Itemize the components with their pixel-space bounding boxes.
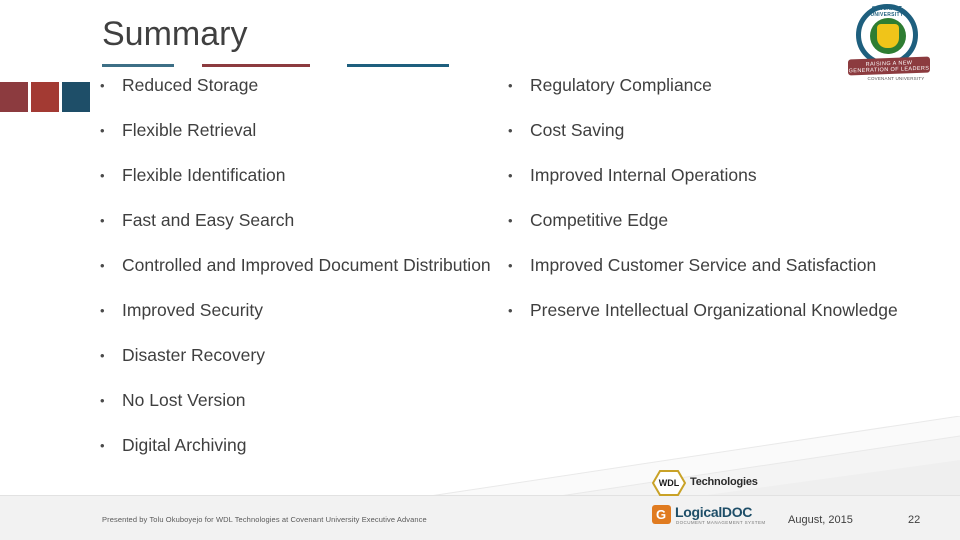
decorative-square-maroon [0,82,28,112]
list-item: • Cost Saving [508,119,908,143]
list-item-label: Improved Internal Operations [530,165,757,185]
bullet-column-right: • Regulatory Compliance • Cost Saving • … [508,74,908,344]
list-item: • Controlled and Improved Document Distr… [100,254,500,278]
bullet-icon: • [100,438,105,453]
logicaldoc-logo: G LogicalDOC DOCUMENT MANAGEMENT SYSTEM [652,503,802,529]
page-title: Summary [102,15,248,53]
bullet-icon: • [100,393,105,408]
title-rule-blue-right [347,64,449,67]
list-item: • Reduced Storage [100,74,500,98]
list-item: • Disaster Recovery [100,344,500,368]
bullet-icon: • [100,78,105,93]
decorative-squares [0,82,93,112]
list-item: • Flexible Identification [100,164,500,188]
list-item: • Preserve Intellectual Organizational K… [508,299,908,323]
footer-page-number: 22 [908,514,921,526]
bullet-icon: • [508,213,513,228]
list-item-label: Disaster Recovery [122,345,265,365]
slide: Summary • Reduced Storage • Flexible Ret… [0,0,960,540]
list-item-label: No Lost Version [122,390,246,410]
logicaldoc-mark-icon: G [652,505,671,524]
bullet-icon: • [508,78,513,93]
list-item-label: Competitive Edge [530,210,669,230]
decorative-square-blue [62,82,90,112]
list-item-label: Reduced Storage [122,75,259,95]
list-item: • Improved Internal Operations [508,164,908,188]
logicaldoc-tagline: DOCUMENT MANAGEMENT SYSTEM [676,520,766,525]
list-item-label: Fast and Easy Search [122,210,295,230]
list-item-label: Cost Saving [530,120,625,140]
wdl-technologies-logo: WDL Technologies [651,470,762,496]
logicaldoc-wordmark: LogicalDOC [675,504,753,520]
list-item-label: Flexible Identification [122,165,286,185]
list-item: • Flexible Retrieval [100,119,500,143]
svg-text:WDL: WDL [659,478,680,488]
decorative-square-red [31,82,59,112]
list-item: • Competitive Edge [508,209,908,233]
crest-sub-label: COVENANT UNIVERSITY [867,76,925,81]
title-rule-maroon [202,64,310,67]
list-item-label: Improved Customer Service and Satisfacti… [530,255,877,275]
covenant-university-crest: COVENANT UNIVERSITY RAISING A NEW GENERA… [840,2,952,86]
footer-note: Presented by Tolu Okuboyejo for WDL Tech… [102,515,427,524]
wdl-hexagon-icon: WDL [651,470,687,496]
list-item: • Fast and Easy Search [100,209,500,233]
crest-ribbon: RAISING A NEW GENERATION OF LEADERS [848,56,930,76]
crest-top-label: COVENANT UNIVERSITY [870,6,904,18]
bullet-icon: • [508,168,513,183]
bullet-icon: • [100,123,105,138]
title-underline-rules [102,64,462,68]
wdl-wordmark: Technologies [690,476,758,488]
title-rule-blue-left [102,64,174,67]
bullet-icon: • [100,258,105,273]
crest-ribbon-label: RAISING A NEW GENERATION OF LEADERS [848,60,930,75]
bullet-icon: • [508,258,513,273]
list-item: • Digital Archiving [100,434,500,458]
list-item-label: Improved Security [122,300,264,320]
bullet-icon: • [100,348,105,363]
list-item-label: Flexible Retrieval [122,120,257,140]
bullet-icon: • [100,303,105,318]
logicaldoc-mark-letter: G [656,507,667,522]
bullet-icon: • [508,123,513,138]
bullet-column-left: • Reduced Storage • Flexible Retrieval •… [100,74,500,479]
bullet-icon: • [100,168,105,183]
bullet-icon: • [100,213,105,228]
crest-emblem-icon [870,18,906,54]
list-item-label: Controlled and Improved Document Distrib… [122,255,491,275]
list-item: • Improved Customer Service and Satisfac… [508,254,908,278]
list-item: • No Lost Version [100,389,500,413]
bullet-icon: • [508,303,513,318]
list-item: • Improved Security [100,299,500,323]
list-item-label: Digital Archiving [122,435,247,455]
list-item-label: Preserve Intellectual Organizational Kno… [530,300,898,320]
